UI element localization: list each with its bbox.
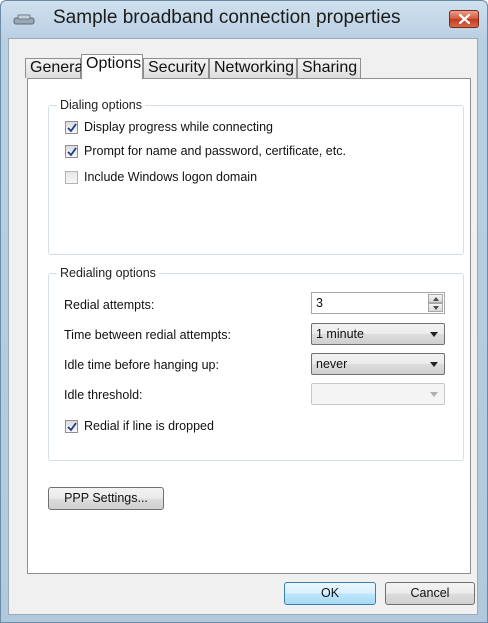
ok-button[interactable]: OK: [284, 582, 376, 605]
tab-general[interactable]: General: [25, 58, 87, 78]
redial-attempts-value[interactable]: 3: [316, 296, 323, 310]
idle-threshold-select[interactable]: [311, 383, 445, 405]
tab-networking[interactable]: Networking: [209, 58, 297, 78]
tab-security[interactable]: Security: [143, 58, 209, 78]
checkbox-box[interactable]: [65, 121, 78, 134]
spin-up-button[interactable]: [428, 294, 443, 303]
dialing-options-group: Dialing options Display progress while c…: [48, 98, 464, 255]
checkmark-icon: [67, 147, 77, 157]
include-logon-domain-label: Include Windows logon domain: [84, 170, 258, 184]
time-between-value: 1 minute: [316, 327, 364, 341]
redial-if-dropped-label: Redial if line is dropped: [84, 419, 214, 433]
idle-time-select[interactable]: never: [311, 353, 445, 375]
title-bar[interactable]: Sample broadband connection properties: [1, 1, 487, 39]
options-tab-panel: Dialing options Display progress while c…: [27, 78, 471, 574]
arrow-up-icon: [433, 297, 439, 301]
redialing-options-legend: Redialing options: [57, 266, 159, 280]
prompt-credentials-label: Prompt for name and password, certificat…: [84, 144, 346, 158]
checkbox-box[interactable]: [65, 171, 78, 184]
chevron-down-icon: [430, 332, 438, 337]
checkbox-box[interactable]: [65, 145, 78, 158]
redial-attempts-label: Redial attempts:: [64, 298, 155, 312]
close-button[interactable]: [449, 10, 479, 28]
tab-sharing[interactable]: Sharing: [297, 58, 361, 78]
spinner-buttons: [428, 294, 443, 312]
window-title: Sample broadband connection properties: [53, 7, 401, 28]
close-icon: [459, 14, 470, 24]
checkbox-box[interactable]: [65, 420, 78, 433]
redial-attempts-spinner[interactable]: 3: [311, 292, 445, 314]
ppp-settings-button[interactable]: PPP Settings...: [48, 487, 164, 510]
idle-time-label: Idle time before hanging up:: [64, 358, 219, 372]
chevron-down-icon: [430, 362, 438, 367]
checkmark-icon: [67, 422, 77, 432]
cancel-button[interactable]: Cancel: [385, 582, 475, 605]
arrow-down-icon: [433, 306, 439, 310]
spin-down-button[interactable]: [428, 303, 443, 312]
network-connection-icon: [13, 14, 35, 25]
idle-threshold-label: Idle threshold:: [64, 388, 143, 402]
chevron-down-icon: [430, 392, 438, 397]
redialing-options-group: Redialing options Redial attempts: 3 Tim…: [48, 266, 464, 461]
display-progress-label: Display progress while connecting: [84, 120, 273, 134]
idle-time-value: never: [316, 357, 348, 371]
tab-options[interactable]: Options: [81, 54, 143, 79]
checkmark-icon: [67, 123, 77, 133]
time-between-select[interactable]: 1 minute: [311, 323, 445, 345]
dialing-options-legend: Dialing options: [57, 98, 145, 112]
time-between-label: Time between redial attempts:: [64, 328, 231, 342]
